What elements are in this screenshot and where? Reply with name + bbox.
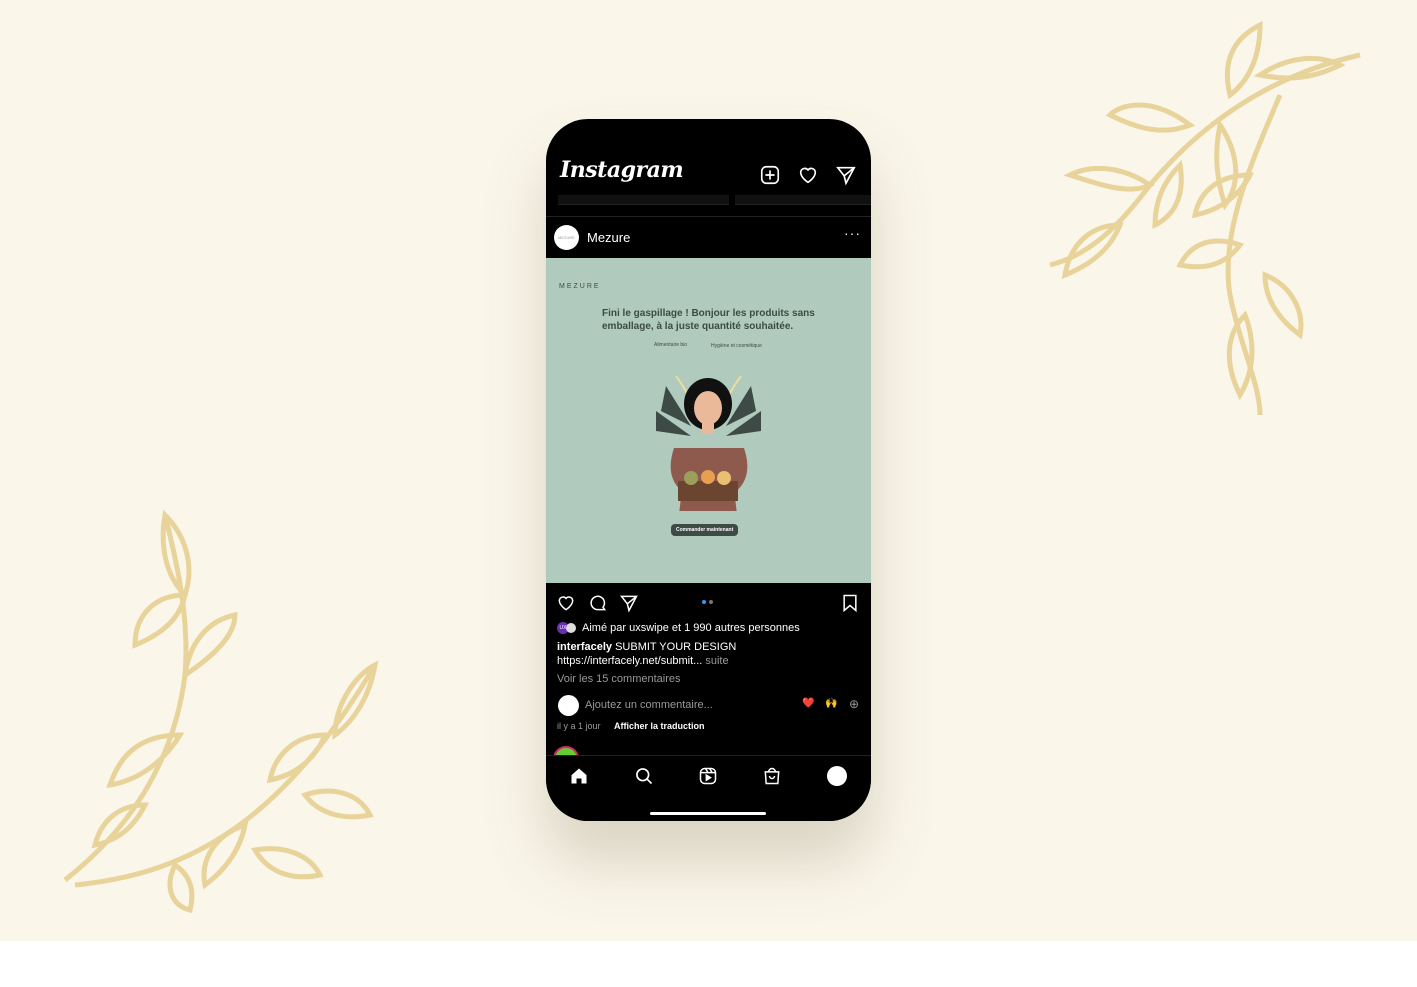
post-time: il y a 1 jour — [557, 721, 601, 731]
translate-link[interactable]: Afficher la traduction — [614, 721, 705, 731]
carousel-dot-active — [702, 600, 706, 604]
comment-icon[interactable] — [588, 593, 608, 613]
caption-more[interactable]: suite — [702, 655, 728, 667]
liker-avatar — [566, 623, 576, 634]
post-username[interactable]: Mezure — [587, 230, 630, 245]
own-avatar — [558, 695, 579, 716]
direct-message-icon[interactable] — [835, 164, 857, 186]
caption-username[interactable]: interfacely — [557, 641, 612, 653]
likes-middle: et — [668, 622, 685, 634]
home-icon[interactable] — [569, 766, 589, 786]
avatar[interactable]: MEZURE — [554, 225, 579, 250]
comment-input[interactable]: Ajoutez un commentaire... — [585, 699, 713, 711]
likes-prefix: Aimé par — [582, 622, 630, 634]
leaf-decoration-bottom-left — [63, 509, 379, 914]
post-header: MEZURE Mezure ··· — [546, 216, 871, 258]
instagram-logo: Instagram — [560, 157, 684, 183]
new-post-icon[interactable] — [759, 164, 781, 186]
brand-logo: MEZURE — [559, 283, 601, 290]
reaction-heart[interactable]: ❤️ — [802, 698, 814, 709]
category-label: Alimentaire bio — [654, 342, 688, 348]
caption-link-line: https://interfacely.net/submit... suite — [557, 655, 729, 667]
caption: interfacely SUBMIT YOUR DESIGN — [557, 641, 736, 653]
order-now-button[interactable]: Commander maintenant — [671, 524, 739, 536]
view-comments-link[interactable]: Voir les 15 commentaires — [557, 673, 681, 685]
heart-icon[interactable] — [797, 164, 819, 186]
likes-line: UX Aimé par uxswipe et 1 990 autres perso… — [557, 622, 800, 635]
likes-count[interactable]: 1 990 autres personnes — [684, 622, 800, 634]
post-actions — [546, 583, 871, 623]
category-label: Hygiène et cosmétique — [711, 343, 762, 349]
caption-text: SUBMIT YOUR DESIGN — [612, 641, 737, 653]
shop-icon[interactable] — [762, 766, 782, 786]
phone-frame: Instagram MEZURE Mezure ··· MEZURE Fini … — [546, 119, 871, 821]
reels-icon[interactable] — [698, 766, 718, 786]
stories-tray[interactable] — [558, 195, 871, 205]
reaction-hands[interactable]: 🙌 — [825, 698, 837, 709]
bookmark-icon[interactable] — [840, 593, 860, 613]
profile-tab-avatar[interactable] — [827, 766, 847, 786]
like-icon[interactable] — [556, 593, 576, 613]
bottom-navigation — [546, 755, 871, 821]
home-indicator — [650, 812, 766, 815]
share-icon[interactable] — [619, 593, 639, 613]
search-icon[interactable] — [634, 766, 654, 786]
liker-username[interactable]: uxswipe — [629, 622, 669, 634]
ad-headline: Fini le gaspillage ! Bonjour les produit… — [602, 308, 815, 332]
woman-with-produce-illustration — [656, 375, 761, 511]
more-options-icon[interactable]: ··· — [844, 225, 861, 241]
caption-link[interactable]: https://interfacely.net/submit... — [557, 655, 702, 667]
add-reaction-icon[interactable]: ⊕ — [849, 697, 859, 711]
post-image[interactable]: MEZURE Fini le gaspillage ! Bonjour les … — [546, 258, 871, 583]
instagram-header: Instagram — [546, 119, 871, 199]
leaf-decoration-top-right — [1049, 20, 1361, 416]
carousel-dot — [709, 600, 713, 604]
